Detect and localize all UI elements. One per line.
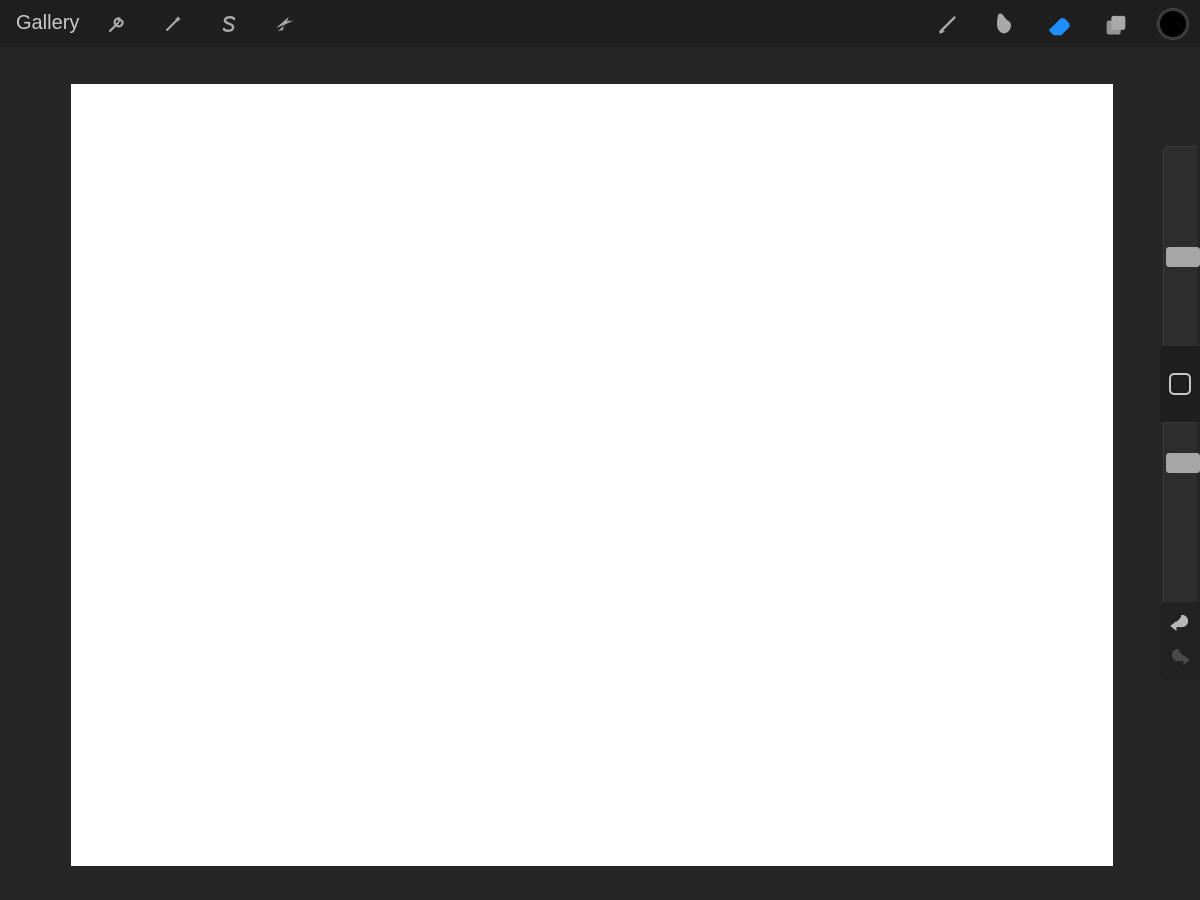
right-sidebar (1160, 146, 1200, 622)
brush-opacity-slider[interactable] (1163, 422, 1197, 622)
selection-s-icon (217, 12, 241, 36)
top-toolbar-left: Gallery (16, 0, 313, 47)
brush-icon (935, 11, 961, 37)
wrench-icon (105, 12, 129, 36)
actions-button[interactable] (89, 0, 145, 47)
layers-icon (1102, 10, 1130, 38)
brush-tool-button[interactable] (920, 0, 976, 47)
wand-icon (161, 12, 185, 36)
drawing-canvas[interactable] (71, 84, 1113, 866)
modify-square-button[interactable] (1169, 373, 1191, 395)
brush-opacity-handle[interactable] (1166, 453, 1200, 473)
redo-icon (1168, 648, 1192, 668)
gallery-button[interactable]: Gallery (16, 12, 79, 35)
eraser-icon (1045, 9, 1075, 39)
top-toolbar: Gallery (0, 0, 1200, 47)
redo-button[interactable] (1168, 648, 1192, 668)
undo-icon (1168, 614, 1192, 634)
brush-size-handle[interactable] (1166, 247, 1200, 267)
eraser-tool-button[interactable] (1032, 0, 1088, 47)
smudge-tool-button[interactable] (976, 0, 1032, 47)
top-toolbar-right (920, 0, 1188, 47)
smudge-icon (990, 10, 1018, 38)
transform-arrow-icon (273, 12, 297, 36)
layers-button[interactable] (1088, 0, 1144, 47)
selection-button[interactable] (201, 0, 257, 47)
transform-button[interactable] (257, 0, 313, 47)
workspace (0, 47, 1200, 900)
undo-redo-panel (1160, 602, 1200, 680)
adjustments-button[interactable] (145, 0, 201, 47)
brush-size-slider[interactable] (1163, 146, 1197, 346)
color-picker-button[interactable] (1158, 9, 1188, 39)
undo-button[interactable] (1168, 614, 1192, 634)
sidebar-modify-region (1160, 346, 1200, 422)
